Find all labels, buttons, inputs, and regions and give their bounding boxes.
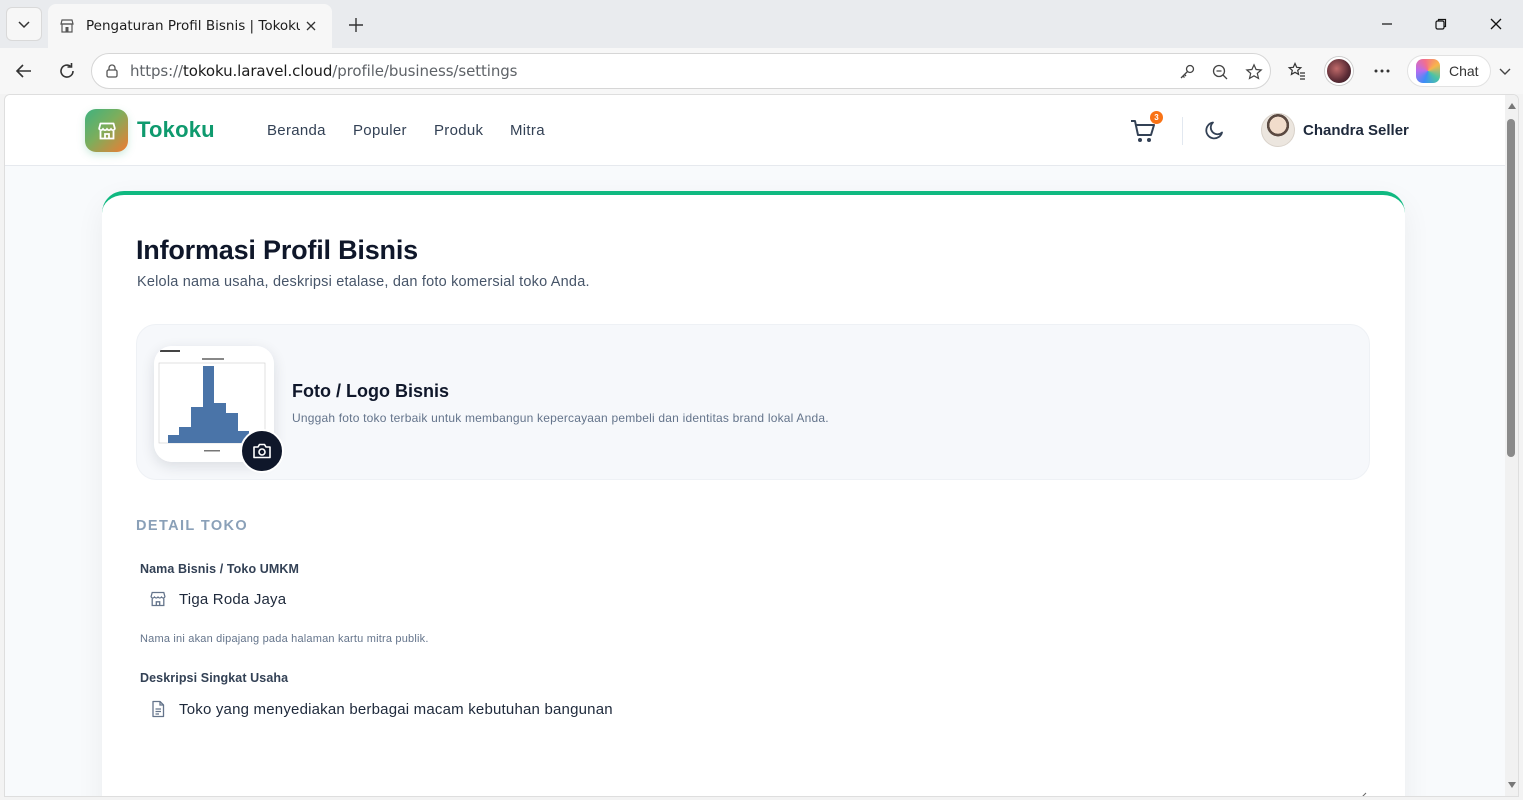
dark-mode-toggle-icon[interactable]: [1204, 119, 1228, 143]
photo-section-description: Unggah foto toko terbaik untuk membangun…: [292, 411, 829, 425]
plus-icon: [349, 18, 363, 32]
minimize-icon: [1382, 23, 1392, 25]
description-label: Deskripsi Singkat Usaha: [140, 671, 289, 685]
more-menu-icon[interactable]: [1367, 56, 1397, 86]
nav-link-beranda[interactable]: Beranda: [267, 122, 326, 139]
browser-titlebar: Pengaturan Profil Bisnis | Tokoku: [0, 0, 1523, 48]
url-text: https://tokoku.laravel.cloud/profile/bus…: [130, 62, 517, 80]
business-name-helper: Nama ini akan dipajang pada halaman kart…: [140, 633, 429, 645]
back-button[interactable]: [8, 56, 40, 86]
restore-button[interactable]: [1421, 8, 1461, 40]
site-info-icon[interactable]: [104, 63, 120, 79]
site-header: Tokoku Beranda Populer Produk Mitra 3 Ch…: [5, 95, 1505, 166]
url-prefix: https://: [130, 62, 183, 80]
reload-button[interactable]: [51, 56, 83, 86]
restore-icon: [1435, 18, 1447, 30]
photo-upload-panel: Foto / Logo Bisnis Unggah foto toko terb…: [136, 324, 1370, 480]
description-value: Toko yang menyediakan berbagai macam keb…: [179, 700, 613, 718]
star-icon[interactable]: [1242, 61, 1266, 83]
camera-icon: [253, 443, 271, 459]
business-profile-card: Informasi Profil Bisnis Kelola nama usah…: [102, 191, 1405, 796]
description-textarea[interactable]: Toko yang menyediakan berbagai macam keb…: [136, 687, 1370, 731]
chevron-down-icon: [18, 21, 30, 29]
cart-count-badge: 3: [1150, 111, 1163, 124]
zoom-out-icon[interactable]: [1208, 61, 1232, 83]
chat-label: Chat: [1449, 63, 1479, 79]
header-divider: [1182, 117, 1183, 145]
url-path: /profile/business/settings: [332, 62, 518, 80]
page-viewport: Tokoku Beranda Populer Produk Mitra 3 Ch…: [4, 94, 1519, 797]
page-title: Informasi Profil Bisnis: [136, 235, 418, 265]
store-favicon-icon: [58, 17, 76, 35]
address-bar[interactable]: https://tokoku.laravel.cloud/profile/bus…: [91, 53, 1271, 89]
url-host: tokoku.laravel.cloud: [182, 62, 333, 80]
browser-tab-active[interactable]: Pengaturan Profil Bisnis | Tokoku: [48, 4, 332, 48]
copilot-chat-button[interactable]: Chat: [1407, 55, 1491, 87]
arrow-left-icon: [15, 64, 31, 78]
change-photo-button[interactable]: [240, 429, 284, 473]
nav-link-mitra[interactable]: Mitra: [510, 122, 545, 139]
user-name[interactable]: Chandra Seller: [1303, 122, 1409, 139]
key-icon[interactable]: [1175, 61, 1199, 83]
page-subtitle: Kelola nama usaha, deskripsi etalase, da…: [137, 274, 590, 290]
scroll-up-arrow-icon[interactable]: [1506, 100, 1518, 112]
business-name-input[interactable]: Tiga Roda Jaya: [136, 577, 1370, 621]
copilot-icon: [1416, 59, 1440, 83]
favorites-icon[interactable]: [1282, 56, 1312, 86]
close-tab-icon[interactable]: [300, 15, 322, 37]
new-tab-button[interactable]: [340, 10, 372, 40]
browser-profile-avatar[interactable]: [1325, 57, 1353, 85]
nav-link-produk[interactable]: Produk: [434, 122, 483, 139]
minimize-button[interactable]: [1367, 8, 1407, 40]
business-name-value: Tiga Roda Jaya: [179, 590, 287, 608]
business-name-label: Nama Bisnis / Toko UMKM: [140, 562, 300, 576]
store-icon: [148, 589, 168, 609]
tab-title: Pengaturan Profil Bisnis | Tokoku: [86, 18, 300, 34]
nav-link-populer[interactable]: Populer: [353, 122, 407, 139]
browser-toolbar: https://tokoku.laravel.cloud/profile/bus…: [0, 48, 1523, 94]
photo-section-title: Foto / Logo Bisnis: [292, 381, 449, 401]
close-icon: [1490, 18, 1502, 30]
scrollbar-thumb[interactable]: [1507, 119, 1515, 457]
reload-icon: [60, 63, 74, 78]
document-icon: [148, 699, 168, 719]
textarea-resize-handle[interactable]: [1355, 789, 1367, 796]
user-avatar[interactable]: [1261, 113, 1295, 147]
close-window-button[interactable]: [1476, 8, 1516, 40]
scroll-down-arrow-icon[interactable]: [1506, 779, 1518, 791]
chat-expand-icon[interactable]: [1490, 56, 1520, 86]
store-logo-icon[interactable]: [85, 109, 128, 152]
brand-name[interactable]: Tokoku: [137, 117, 215, 143]
tab-list-button[interactable]: [6, 7, 42, 41]
section-label-detail-toko: DETAIL TOKO: [136, 518, 249, 534]
